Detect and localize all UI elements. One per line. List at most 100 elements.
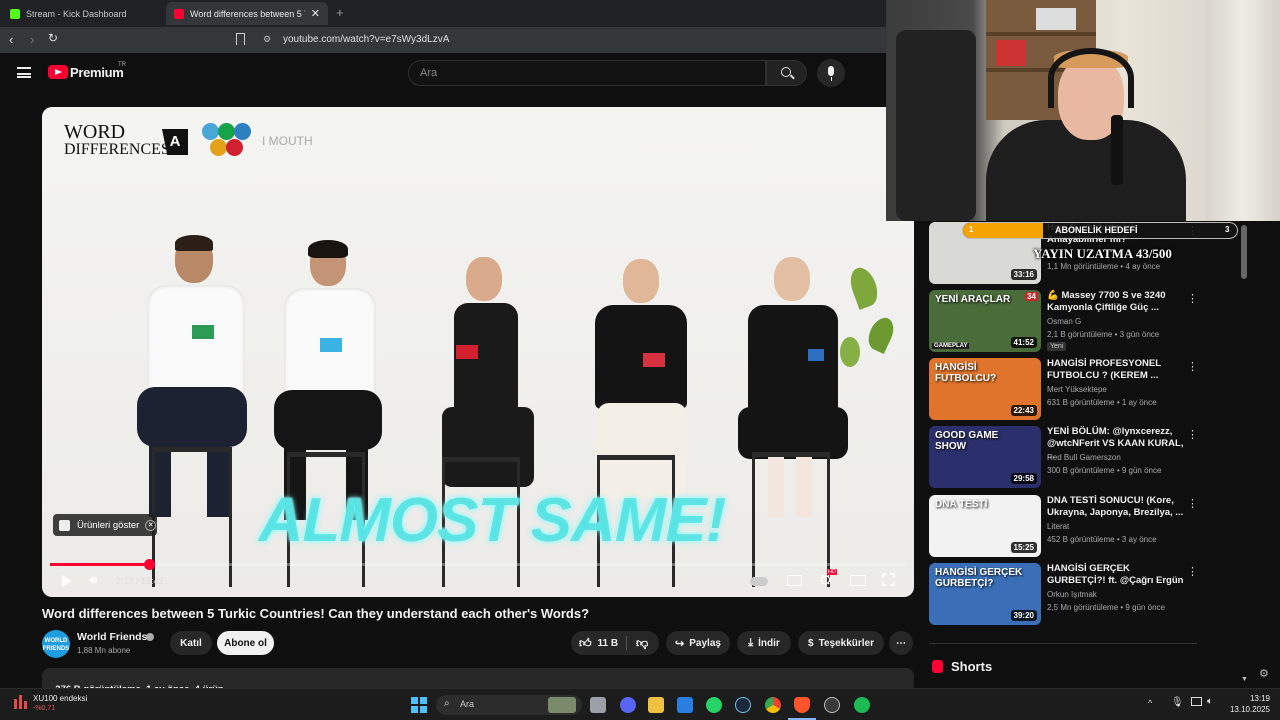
back-icon[interactable]: ‹: [9, 32, 13, 47]
more-options-icon[interactable]: ⋮: [1187, 360, 1198, 373]
tray-overflow-icon[interactable]: ^: [1148, 698, 1152, 708]
close-products-icon[interactable]: ✕: [145, 519, 157, 531]
video-thumbnail[interactable]: YENİ ARAÇLAR GAMEPLAY 34 41:52: [929, 290, 1041, 352]
video-title[interactable]: DNA TESTİ SONUCU! (Kore, Ukrayna, Japony…: [1047, 495, 1187, 519]
scroll-down-icon[interactable]: ▼: [1241, 676, 1248, 683]
task-view-icon[interactable]: [590, 697, 606, 713]
like-dislike-group: 👍︎ 11 B 👎︎: [571, 631, 659, 655]
video-duration: 39:20: [1010, 610, 1037, 621]
channel-name[interactable]: Mert Yüksektepe: [1047, 385, 1107, 394]
more-options-icon[interactable]: ⋮: [1187, 497, 1198, 510]
steam-icon[interactable]: [735, 697, 751, 713]
volume-icon[interactable]: 🔊︎: [89, 572, 97, 588]
more-options-icon[interactable]: ⋮: [1187, 292, 1198, 305]
url-field[interactable]: youtube.com/watch?v=e7sWy3dLzvA: [283, 34, 449, 45]
progress-track[interactable]: [50, 559, 906, 570]
store-icon[interactable]: [677, 697, 693, 713]
network-icon[interactable]: [1191, 697, 1202, 706]
video-duration: 33:16: [1010, 269, 1037, 280]
share-icon: ↪: [675, 637, 685, 650]
windows-start-icon[interactable]: [411, 697, 427, 713]
whatsapp-icon[interactable]: [706, 697, 722, 713]
channel-name[interactable]: Osman G: [1047, 317, 1081, 326]
video-thumbnail[interactable]: GOOD GAME SHOW 29:58: [929, 426, 1041, 488]
join-button[interactable]: Katıl: [170, 631, 212, 655]
recommended-video[interactable]: YENİ ARAÇLAR GAMEPLAY 34 41:52 💪 Massey 7700…: [929, 290, 1199, 352]
tray-mic-icon[interactable]: 🎙︎: [1171, 697, 1184, 708]
video-player[interactable]: WORD DIFFERENCES A I MOUTH ALMOST SAME! …: [42, 107, 914, 597]
channel-avatar[interactable]: WORLD FRIENDS: [42, 630, 70, 658]
video-thumbnail[interactable]: HANGİSİ GERÇEK GURBETÇİ? 39:20: [929, 563, 1041, 625]
autoplay-toggle[interactable]: [750, 577, 768, 586]
video-title[interactable]: HANGİSİ PROFESYONEL FUTBOLCU ? (KEREM ..…: [1047, 358, 1187, 382]
video-meta: 452 B görüntüleme • 3 ay önce: [1047, 535, 1157, 544]
video-thumbnail[interactable]: DNA TESTİ 15:25: [929, 495, 1041, 557]
new-tab-icon[interactable]: +: [336, 5, 344, 20]
subscribe-button[interactable]: Abone ol: [217, 631, 274, 655]
menu-icon[interactable]: [17, 67, 31, 78]
channel-name[interactable]: Orkun Işıtmak: [1047, 590, 1097, 599]
kick-favicon-icon: [10, 8, 20, 19]
channel-name[interactable]: Literat: [1047, 522, 1069, 531]
tab-youtube-video[interactable]: Word differences between 5 Turki ✕: [166, 2, 328, 25]
time-display: 2:17 / 19:42: [116, 576, 164, 586]
video-thumbnail[interactable]: HANGİSİ FUTBOLCU? 22:43: [929, 358, 1041, 420]
recommended-video[interactable]: HANGİSİ FUTBOLCU? 22:43 HANGİSİ PROFESYONE…: [929, 358, 1199, 420]
clock-time[interactable]: 13:19: [1230, 694, 1270, 703]
channel-name[interactable]: Red Bull Gamerszon: [1047, 453, 1121, 462]
taskbar-search[interactable]: ⌕ Ara: [436, 695, 582, 715]
forward-icon[interactable]: ›: [30, 32, 34, 47]
more-options-icon[interactable]: ⋮: [1187, 428, 1198, 441]
headphones: [1048, 48, 1134, 108]
clock-date[interactable]: 13.10.2025: [1222, 705, 1270, 714]
recommended-video[interactable]: DNA TESTİ 15:25 DNA TESTİ SONUCU! (Kore, U…: [929, 495, 1199, 557]
site-info-icon[interactable]: ⚙: [263, 34, 271, 45]
fullscreen-icon[interactable]: [882, 573, 895, 586]
play-icon[interactable]: [62, 575, 72, 587]
like-icon[interactable]: 👍︎: [579, 636, 592, 651]
recommended-video[interactable]: HANGİSİ GERÇEK GURBETÇİ? 39:20 HANGİSİ GER…: [929, 563, 1199, 625]
tab-label: Word differences between 5 Turki: [190, 8, 305, 19]
download-button[interactable]: ⤓ İndir: [737, 631, 791, 655]
voice-search-button[interactable]: [817, 59, 845, 87]
youtube-logo-icon[interactable]: [48, 65, 68, 79]
goal-label: ABONELİK HEDEFİ: [1055, 225, 1138, 235]
video-title[interactable]: HANGİSİ GERÇEK GURBETÇİ?! ft. @Çağrı Erg…: [1047, 563, 1187, 587]
file-explorer-icon[interactable]: [648, 697, 664, 713]
reload-icon[interactable]: ↻: [48, 31, 58, 45]
spotify-icon[interactable]: [854, 697, 870, 713]
subtitles-icon[interactable]: [787, 575, 802, 586]
dislike-icon[interactable]: 👎︎: [636, 636, 648, 651]
obs-icon[interactable]: [824, 697, 840, 713]
close-tab-icon[interactable]: ✕: [311, 7, 320, 20]
sidebar-scrollbar[interactable]: [1241, 225, 1247, 279]
more-actions-button[interactable]: ⋯: [889, 631, 913, 655]
search-input[interactable]: Ara: [408, 60, 766, 86]
search-button[interactable]: [766, 60, 807, 86]
youtube-premium-logo[interactable]: Premium: [70, 65, 124, 80]
chrome-icon[interactable]: [765, 697, 781, 713]
like-count[interactable]: 11 B: [598, 638, 619, 649]
settings-gear-icon[interactable]: ⚙: [1259, 667, 1269, 680]
description-box[interactable]: 276 B görüntüleme 1 ay önce 4 ürün: [42, 668, 914, 695]
tab-kick-dashboard[interactable]: Stream - Kick Dashboard: [2, 2, 162, 25]
download-label: İndir: [758, 637, 780, 649]
more-options-icon[interactable]: ⋮: [1187, 565, 1198, 578]
speaker-icon[interactable]: 🔈︎: [1207, 696, 1213, 707]
recommended-video[interactable]: GOOD GAME SHOW 29:58 YENİ BÖLÜM: @lynxcere…: [929, 426, 1199, 488]
stock-change: -%0,71: [33, 705, 56, 712]
country-badge: TR: [118, 62, 126, 68]
discord-icon[interactable]: [620, 697, 636, 713]
show-products-button[interactable]: Ürünleri göster ✕: [53, 514, 157, 536]
share-button[interactable]: ↪ Paylaş: [666, 631, 730, 655]
bookmark-icon[interactable]: [236, 33, 245, 45]
channel-name[interactable]: World Friends: [77, 631, 147, 643]
verified-icon: [146, 633, 154, 641]
stock-name[interactable]: XU100 endeksi: [33, 694, 87, 703]
brave-icon[interactable]: [794, 697, 810, 713]
video-duration: 22:43: [1010, 405, 1037, 416]
theater-mode-icon[interactable]: [850, 575, 866, 586]
video-title[interactable]: 💪 Massey 7700 S ve 3240 Kamyonla Çiftliğ…: [1047, 290, 1187, 314]
microphone: [1111, 115, 1123, 185]
thanks-button[interactable]: $ Teşekkürler: [798, 631, 884, 655]
